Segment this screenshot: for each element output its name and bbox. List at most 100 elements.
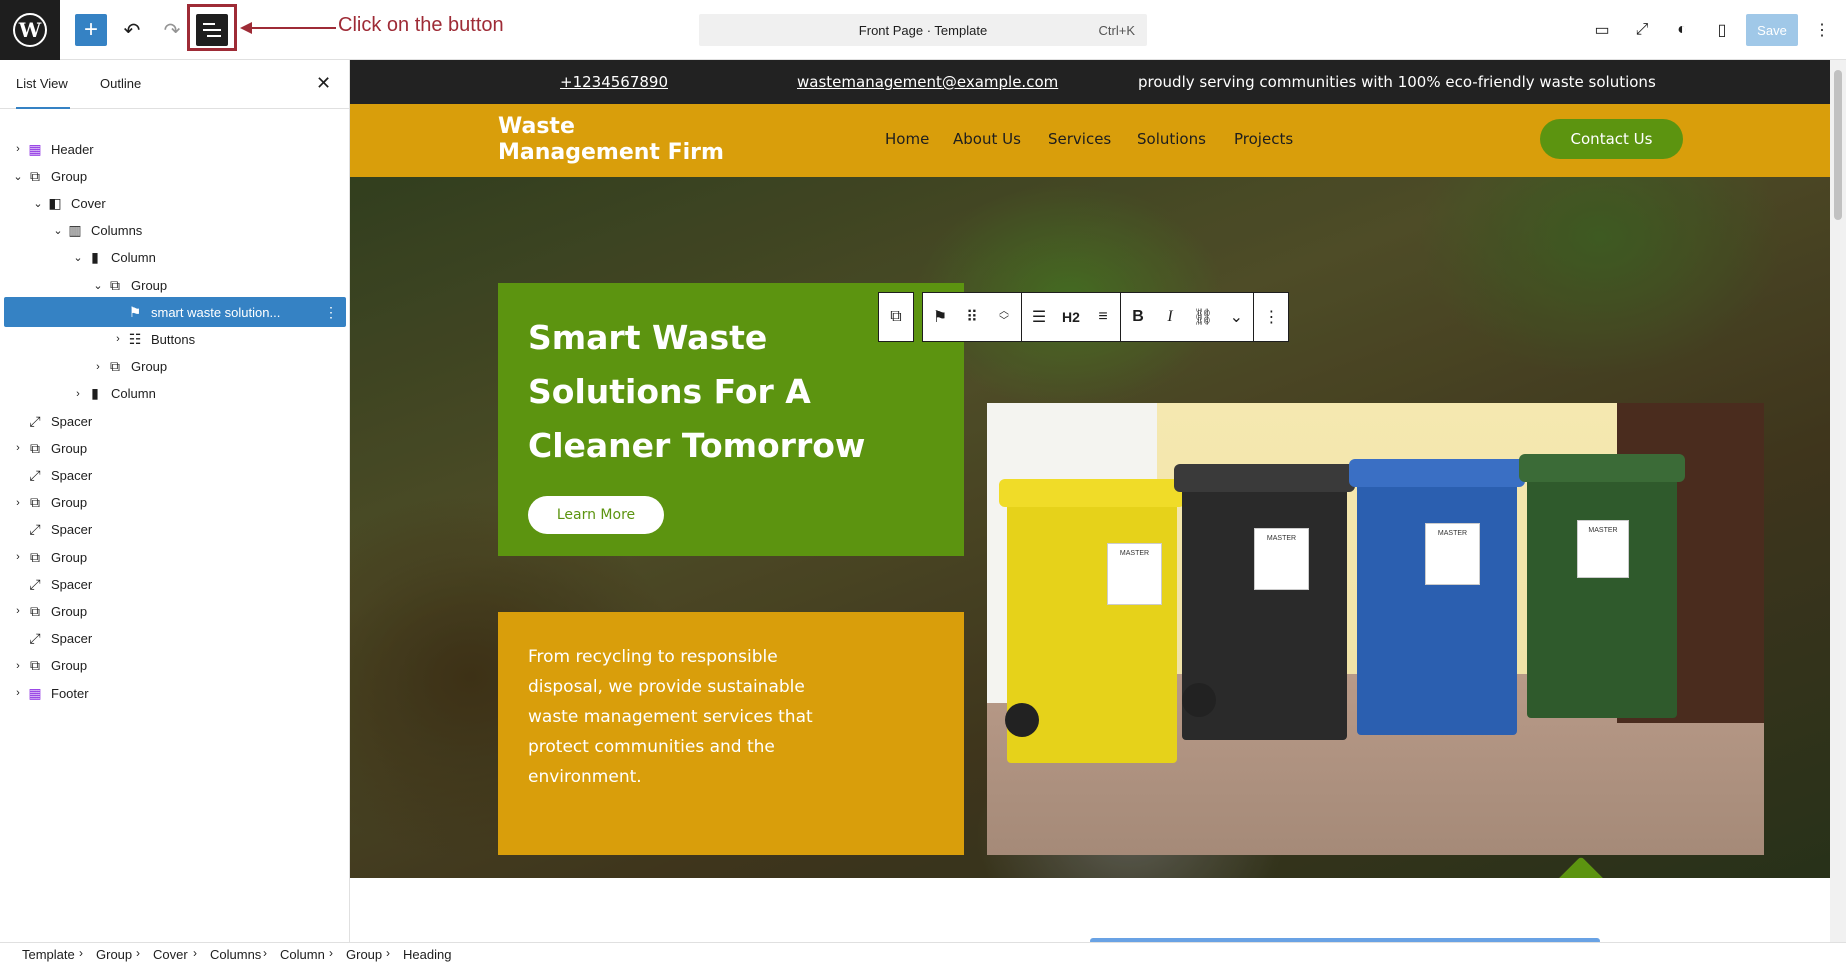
list-view-item-column[interactable]: › ▮ Column [4, 379, 346, 409]
list-view-item-column[interactable]: ⌄ ▮ Column [4, 243, 346, 273]
group-block-icon: ⧉ [110, 276, 120, 293]
group-block-icon: ⧉ [30, 657, 40, 674]
more-options-icon[interactable]: ⋮ [1808, 16, 1836, 44]
drag-handle-icon[interactable]: ⠿ [963, 307, 981, 327]
redo-button[interactable]: ↷ [156, 14, 188, 46]
list-view-item-header[interactable]: › ▦ Header [4, 134, 346, 164]
chevron-down-icon[interactable]: ⌄ [12, 170, 24, 183]
scrollbar-thumb[interactable] [1834, 70, 1842, 220]
move-up-down-icon[interactable]: ︿ ﹀ [995, 307, 1013, 327]
breadcrumb-item[interactable]: Heading [403, 947, 451, 962]
recycling-bins-image[interactable]: MASTER MASTER MASTER MASTER [987, 403, 1764, 855]
list-view-item-label: Group [131, 359, 168, 375]
cover-block[interactable]: Smart Waste Solutions For A Cleaner Tomo… [350, 177, 1830, 878]
styles-contrast-icon[interactable]: ◐ [1668, 16, 1696, 44]
chevron-right-icon[interactable]: › [12, 497, 24, 509]
nav-home[interactable]: Home [885, 130, 929, 148]
nav-services[interactable]: Services [1048, 130, 1111, 148]
bold-icon[interactable]: B [1129, 308, 1147, 326]
chevron-right-icon[interactable]: › [12, 143, 24, 155]
chevron-right-icon[interactable]: › [12, 687, 24, 699]
breadcrumb-item[interactable]: Template [22, 947, 75, 962]
list-view-item-group[interactable]: › ⧉ Group [4, 542, 346, 572]
nav-solutions[interactable]: Solutions [1137, 130, 1206, 148]
breadcrumb-item[interactable]: Group [96, 947, 132, 962]
list-view-item-spacer[interactable]: ⤢ Spacer [4, 406, 346, 436]
chevron-down-icon[interactable]: ⌄ [32, 197, 44, 210]
list-view-item-buttons[interactable]: › ☷ Buttons [4, 324, 346, 354]
align-wide-icon[interactable]: ☰ [1030, 307, 1048, 327]
desktop-preview-icon[interactable]: ▭ [1588, 16, 1616, 44]
learn-more-button[interactable]: Learn More [528, 496, 664, 534]
block-options-icon[interactable]: ⋮ [1262, 307, 1280, 327]
chevron-right-icon[interactable]: › [112, 333, 124, 345]
list-view-item-group[interactable]: › ⧉ Group [4, 488, 346, 518]
chevron-right-icon[interactable]: › [12, 605, 24, 617]
breadcrumb-item[interactable]: Columns [210, 947, 261, 962]
list-view-item-heading[interactable]: ⚑ smart waste solution... ⋮ [4, 297, 346, 328]
site-title[interactable]: Waste Management Firm [498, 114, 724, 166]
annotation-highlight-box [187, 4, 237, 51]
heading-level-button[interactable]: H2 [1062, 309, 1080, 325]
site-email-link[interactable]: wastemanagement@example.com [797, 73, 1058, 91]
command-palette-bar[interactable]: Front Page · Template Ctrl+K [699, 14, 1147, 46]
cover-block-icon: ◧ [48, 194, 62, 211]
list-view-item-columns[interactable]: ⌄ ▥ Columns [4, 216, 346, 246]
list-view-item-group[interactable]: ⌄ ⧉ Group [4, 270, 346, 300]
list-view-item-label: Buttons [151, 331, 196, 347]
list-view-item-spacer[interactable]: ⤢ Spacer [4, 569, 346, 599]
chevron-right-icon[interactable]: › [12, 551, 24, 563]
breadcrumb-item[interactable]: Group [346, 947, 382, 962]
undo-button[interactable]: ↶ [116, 14, 148, 46]
list-view-item-spacer[interactable]: ⤢ Spacer [4, 515, 346, 545]
breadcrumb-item[interactable]: Cover [153, 947, 188, 962]
nav-projects[interactable]: Projects [1234, 130, 1293, 148]
chevron-right-icon[interactable]: › [72, 388, 84, 400]
list-view-item-spacer[interactable]: ⤢ Spacer [4, 460, 346, 490]
breadcrumb-item[interactable]: Column [280, 947, 325, 962]
hero-description-group[interactable]: From recycling to responsible disposal, … [498, 612, 964, 855]
chevron-right-icon[interactable]: › [12, 660, 24, 672]
group-block-icon: ⧉ [30, 167, 40, 184]
text-align-icon[interactable]: ≡ [1094, 308, 1112, 326]
close-icon[interactable]: ✕ [316, 73, 331, 94]
scroll-top-diamond-icon[interactable] [1554, 856, 1608, 878]
list-view-item-footer[interactable]: › ▦ Footer [4, 678, 346, 708]
select-parent-group-icon[interactable]: ⧉ [887, 308, 905, 326]
list-view-item-label: Group [131, 277, 168, 293]
settings-sidebar-icon[interactable]: ▯ [1708, 16, 1736, 44]
tab-list-view[interactable]: List View [16, 60, 70, 109]
list-view-item-spacer[interactable]: ⤢ Spacer [4, 624, 346, 654]
save-button[interactable]: Save [1746, 14, 1798, 46]
italic-icon[interactable]: I [1161, 308, 1179, 326]
link-icon[interactable]: ⛓ [1193, 307, 1213, 327]
list-view-item-cover[interactable]: ⌄ ◧ Cover [4, 188, 346, 218]
chevron-right-icon[interactable]: › [12, 442, 24, 454]
add-block-button[interactable]: + [75, 14, 107, 46]
chevron-right-icon[interactable]: › [92, 361, 104, 373]
list-view-item-group[interactable]: › ⧉ Group [4, 651, 346, 681]
chevron-down-icon[interactable]: ⌄ [1227, 307, 1245, 327]
zoom-out-icon[interactable]: ⤢ [1628, 16, 1656, 44]
chevron-down-icon[interactable]: ⌄ [92, 279, 104, 292]
bookmark-icon[interactable]: ⚑ [931, 307, 949, 327]
chevron-down-icon[interactable]: ⌄ [72, 251, 84, 264]
site-phone-link[interactable]: +1234567890 [560, 73, 668, 91]
command-bar-title: Front Page · Template [858, 22, 988, 38]
list-view-item-group[interactable]: ⌄ ⧉ Group [4, 161, 346, 191]
canvas-scrollbar[interactable] [1830, 60, 1846, 942]
annotation-arrow-icon [240, 22, 336, 34]
hero-description[interactable]: From recycling to responsible disposal, … [528, 642, 818, 792]
list-view-item-label: Group [51, 495, 88, 511]
spacer-block-icon: ⤢ [29, 466, 41, 483]
chevron-down-icon[interactable]: ⌄ [52, 224, 64, 237]
contact-us-button[interactable]: Contact Us [1540, 119, 1683, 159]
list-view-item-group[interactable]: › ⧉ Group [4, 433, 346, 463]
list-view-item-group[interactable]: › ⧉ Group [4, 596, 346, 626]
block-options-icon[interactable]: ⋮ [324, 304, 338, 321]
nav-about-us[interactable]: About Us [953, 130, 1021, 148]
list-view-item-group[interactable]: › ⧉ Group [4, 352, 346, 382]
wordpress-logo-button[interactable]: W [0, 0, 60, 60]
editor-canvas[interactable]: +1234567890 wastemanagement@example.com … [350, 60, 1830, 942]
tab-outline[interactable]: Outline [100, 60, 141, 109]
